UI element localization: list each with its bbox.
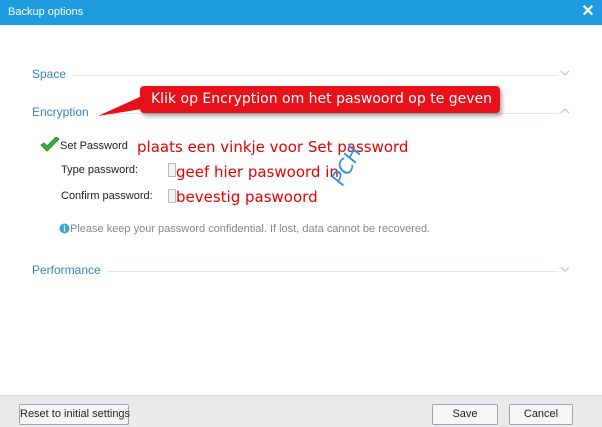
bottom-bar: Reset to initial settings Save Cancel	[0, 395, 602, 427]
set-password-label[interactable]: Set Password	[60, 140, 128, 152]
callout-text: Klik op Encryption om het paswoord op te…	[151, 91, 493, 107]
info-icon	[59, 223, 70, 234]
chevron-down-icon[interactable]	[560, 264, 570, 274]
checkmark-icon[interactable]	[40, 137, 60, 153]
type-password-field[interactable]	[168, 163, 176, 177]
section-performance-label[interactable]: Performance	[32, 263, 107, 277]
section-space[interactable]: Space	[32, 67, 570, 83]
callout-box: Klik op Encryption om het paswoord op te…	[140, 86, 500, 113]
cancel-button[interactable]: Cancel	[509, 404, 573, 425]
save-button[interactable]: Save	[432, 404, 498, 425]
chevron-up-icon[interactable]	[560, 106, 570, 116]
reset-button[interactable]: Reset to initial settings	[19, 404, 130, 425]
title-bar: Backup options ✕	[0, 0, 602, 25]
close-icon[interactable]: ✕	[580, 3, 596, 21]
section-divider	[32, 271, 558, 272]
section-space-label[interactable]: Space	[32, 67, 73, 81]
pch-watermark: PCH	[326, 141, 367, 190]
section-performance[interactable]: Performance	[32, 263, 570, 279]
annotation-type-password: geef hier paswoord in	[176, 163, 339, 181]
type-password-label: Type password:	[61, 164, 139, 176]
section-divider	[32, 75, 558, 76]
annotation-confirm-password: bevestig paswoord	[176, 188, 318, 206]
window-title: Backup options	[8, 6, 84, 18]
confirm-password-label: Confirm password:	[61, 190, 153, 202]
chevron-down-icon[interactable]	[560, 68, 570, 78]
info-text: Please keep your password confidential. …	[70, 223, 431, 235]
section-encryption-label[interactable]: Encryption	[32, 105, 95, 119]
confirm-password-field[interactable]	[168, 189, 176, 203]
